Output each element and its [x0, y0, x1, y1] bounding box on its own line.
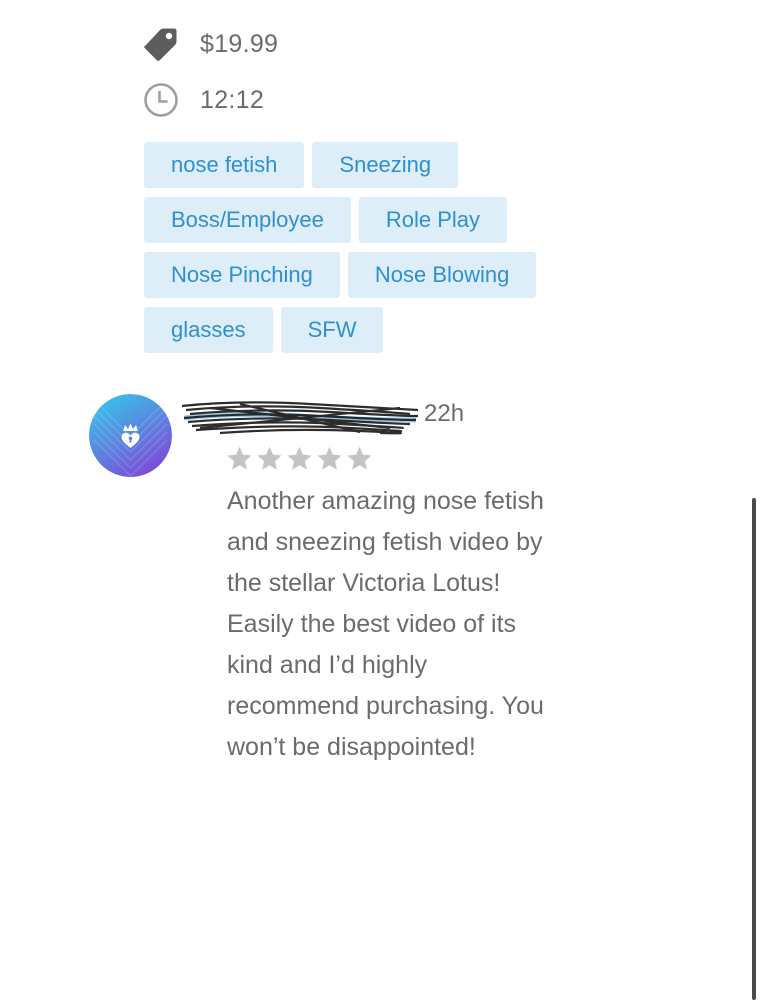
tag-row: Nose Pinching Nose Blowing [144, 252, 574, 298]
tag-nose-pinching[interactable]: Nose Pinching [144, 252, 340, 298]
reviewer-avatar[interactable] [89, 394, 172, 477]
tag-sneezing[interactable]: Sneezing [312, 142, 459, 188]
price-value: $19.99 [200, 29, 279, 58]
tag-row: glasses SFW [144, 307, 574, 353]
duration-value: 12:12 [200, 85, 265, 114]
reviewer-name-redacted[interactable] [180, 398, 420, 438]
duration-row: 12:12 [143, 80, 264, 120]
clock-icon [143, 80, 179, 120]
tag-row: Boss/Employee Role Play [144, 197, 574, 243]
tag-boss-employee[interactable]: Boss/Employee [144, 197, 351, 243]
tag-row: nose fetish Sneezing [144, 142, 574, 188]
star-icon [257, 446, 282, 470]
crown-heart-icon [89, 394, 172, 477]
star-icon [227, 446, 252, 470]
tag-nose-fetish[interactable]: nose fetish [144, 142, 305, 188]
price-row: $19.99 [143, 24, 278, 64]
tag-role-play[interactable]: Role Play [358, 197, 508, 243]
tag-nose-blowing[interactable]: Nose Blowing [347, 252, 537, 298]
star-icon [317, 446, 342, 470]
price-tag-icon [143, 24, 179, 64]
review-rating [226, 445, 373, 472]
star-icon [287, 446, 312, 470]
tag-sfw[interactable]: SFW [280, 307, 384, 353]
star-icon [347, 446, 372, 470]
tag-list: nose fetish Sneezing Boss/Employee Role … [144, 142, 574, 362]
tag-glasses[interactable]: glasses [144, 307, 273, 353]
review-text: Another amazing nose fetish and sneezing… [227, 487, 544, 761]
scrollbar[interactable] [752, 498, 756, 1000]
review-timestamp: 22h [424, 400, 465, 427]
